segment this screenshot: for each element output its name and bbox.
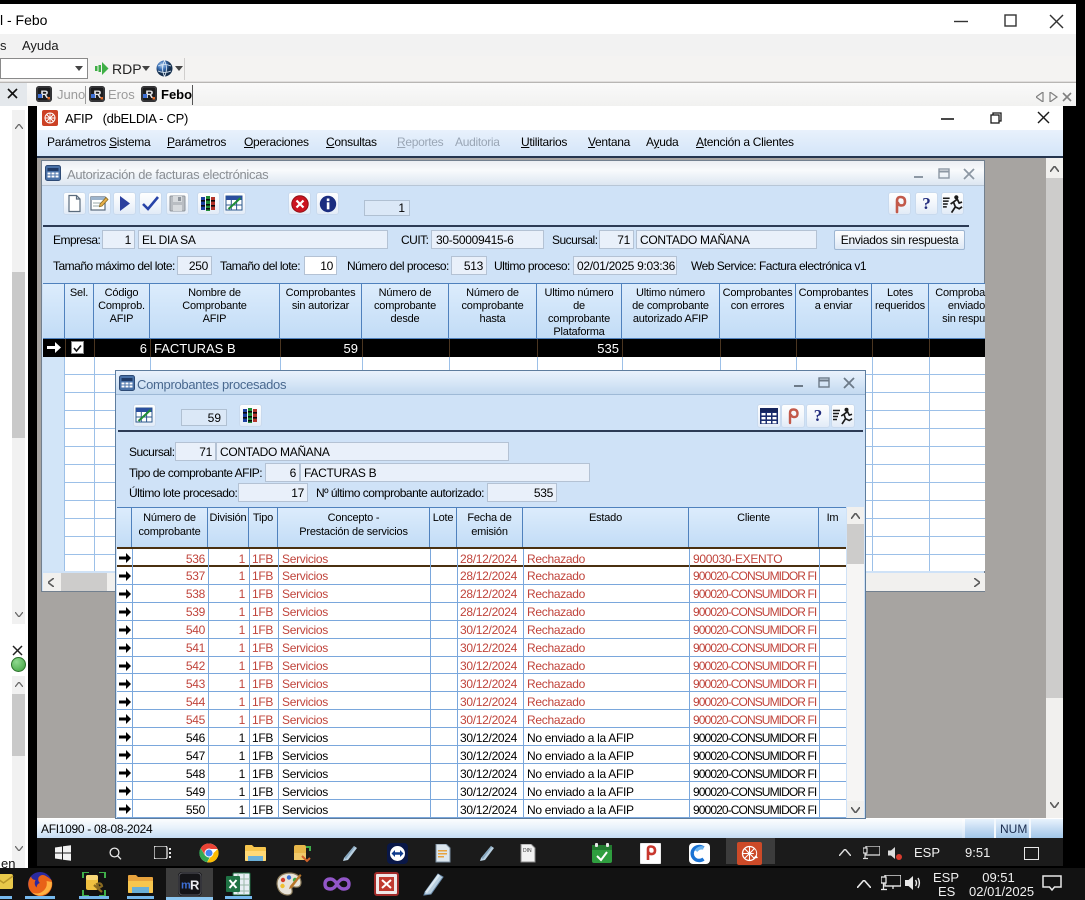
svg-text:R: R (190, 878, 200, 893)
svg-text:DIN: DIN (523, 848, 532, 854)
